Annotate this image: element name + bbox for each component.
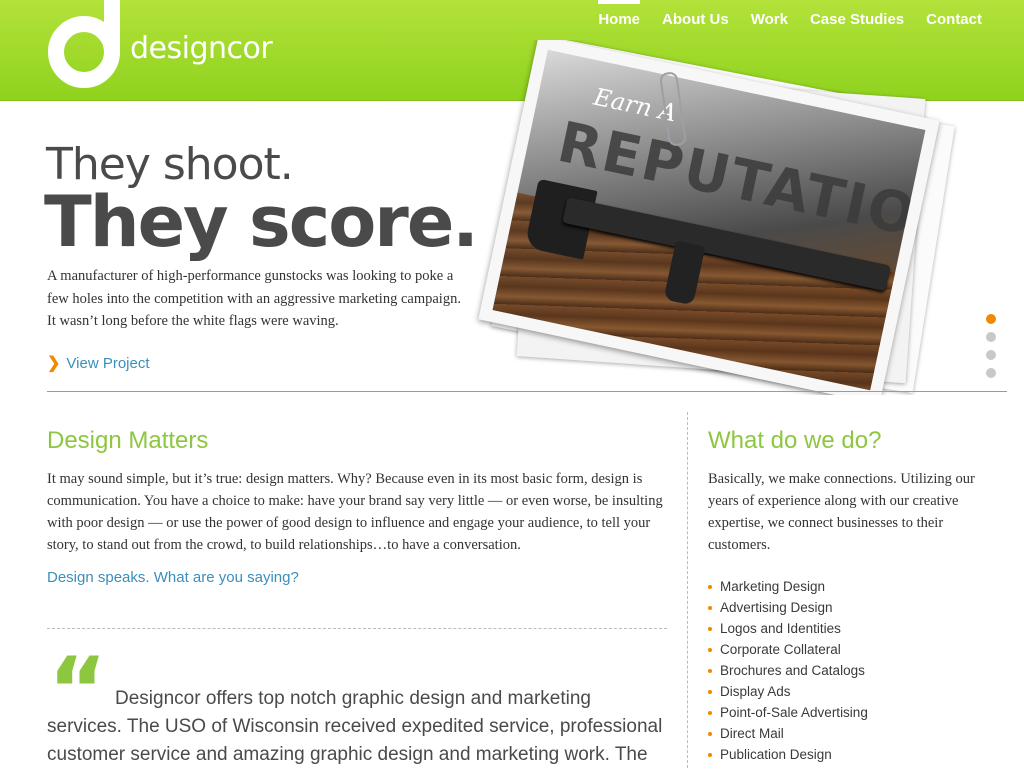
- slide-dot-4[interactable]: [986, 368, 996, 378]
- chevron-right-icon: ❯: [47, 355, 61, 372]
- nav-about-us[interactable]: About Us: [662, 0, 729, 40]
- service-item: Publication Design: [708, 744, 868, 765]
- slide-dot-2[interactable]: [986, 332, 996, 342]
- design-matters-title: Design Matters: [47, 427, 209, 454]
- column-divider: [687, 412, 688, 768]
- service-item: Advertising Design: [708, 597, 868, 618]
- slider-pagination: [986, 314, 996, 378]
- service-item: Point-of-Sale Advertising: [708, 702, 868, 723]
- what-we-do-body: Basically, we make connections. Utilizin…: [708, 471, 975, 553]
- nav-contact[interactable]: Contact: [926, 0, 982, 40]
- service-item: Direct Mail: [708, 723, 868, 744]
- slide-dot-3[interactable]: [986, 350, 996, 360]
- view-project-label: View Project: [66, 354, 150, 372]
- slide-dot-1[interactable]: [986, 314, 996, 324]
- service-item: Brochures and Catalogs: [708, 660, 868, 681]
- hero-divider: [47, 391, 1007, 392]
- main-nav: Home About Us Work Case Studies Contact: [598, 0, 982, 40]
- design-speaks-link[interactable]: Design speaks. What are you saying?: [47, 569, 299, 586]
- hero-description: A manufacturer of high-performance gunst…: [47, 268, 461, 329]
- what-we-do-title: What do we do?: [708, 427, 882, 454]
- designcor-logo-icon[interactable]: [48, 0, 120, 88]
- testimonial-text: Designcor offers top notch graphic desig…: [47, 688, 663, 765]
- services-list: Marketing Design Advertising Design Logo…: [708, 576, 868, 765]
- design-matters-body: It may sound simple, but it’s true: desi…: [47, 471, 663, 553]
- view-project-link[interactable]: ❯ View Project: [47, 353, 150, 373]
- section-divider: [47, 628, 667, 629]
- service-item: Marketing Design: [708, 576, 868, 597]
- hero-photo-stack[interactable]: Earn A REPUTATION: [466, 40, 986, 395]
- service-item: Logos and Identities: [708, 618, 868, 639]
- service-item: Display Ads: [708, 681, 868, 702]
- logo-wordmark[interactable]: designcor: [130, 31, 273, 66]
- nav-case-studies[interactable]: Case Studies: [810, 0, 904, 40]
- nav-home[interactable]: Home: [598, 0, 640, 40]
- hero-headline-line2: They score.: [44, 181, 479, 263]
- service-item: Corporate Collateral: [708, 639, 868, 660]
- nav-work[interactable]: Work: [751, 0, 788, 40]
